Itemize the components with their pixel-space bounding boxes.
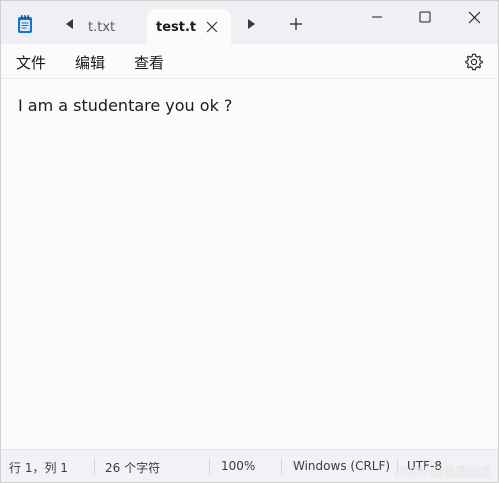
- tab-scroll-left-button[interactable]: [60, 15, 80, 33]
- maximize-icon: [419, 11, 431, 23]
- caret-right-icon: [248, 19, 255, 29]
- menu-edit[interactable]: 编辑: [75, 52, 105, 73]
- close-icon[interactable]: [205, 20, 219, 34]
- status-divider: [94, 458, 95, 474]
- gear-icon[interactable]: [464, 52, 484, 72]
- menu-bar: 文件 编辑 查看: [1, 44, 498, 79]
- tab-t-txt[interactable]: t.txt: [81, 9, 143, 44]
- menu-file[interactable]: 文件: [16, 52, 46, 73]
- tab-test[interactable]: test.t: [147, 9, 231, 45]
- minimize-button[interactable]: [353, 1, 401, 33]
- status-cursor-position: 行 1，列 1: [9, 461, 68, 475]
- watermark: CSDN @流星白龙: [393, 465, 492, 479]
- caret-left-icon: [66, 19, 73, 29]
- maximize-button[interactable]: [401, 1, 449, 33]
- status-zoom[interactable]: 100%: [221, 459, 255, 473]
- status-divider: [209, 458, 210, 474]
- plus-icon[interactable]: [286, 14, 306, 34]
- minimize-icon: [372, 16, 382, 18]
- text-editor[interactable]: I am a studentare you ok ?: [1, 80, 498, 448]
- status-char-count: 26 个字符: [105, 461, 161, 475]
- tab-scroll-right-button[interactable]: [242, 15, 262, 33]
- notepad-window: t.txt test.t 文件 编辑 查看 I am a studentare …: [0, 0, 499, 483]
- title-bar: t.txt test.t: [1, 1, 498, 45]
- status-line-ending[interactable]: Windows (CRLF): [293, 459, 390, 473]
- tab-label: t.txt: [88, 20, 116, 35]
- close-window-button[interactable]: [450, 1, 498, 33]
- notepad-icon: [18, 15, 32, 33]
- status-divider: [281, 458, 282, 474]
- editor-text: I am a studentare you ok ?: [18, 96, 233, 115]
- menu-view[interactable]: 查看: [134, 52, 164, 73]
- close-icon: [468, 11, 480, 23]
- tab-label: test.t: [156, 20, 196, 35]
